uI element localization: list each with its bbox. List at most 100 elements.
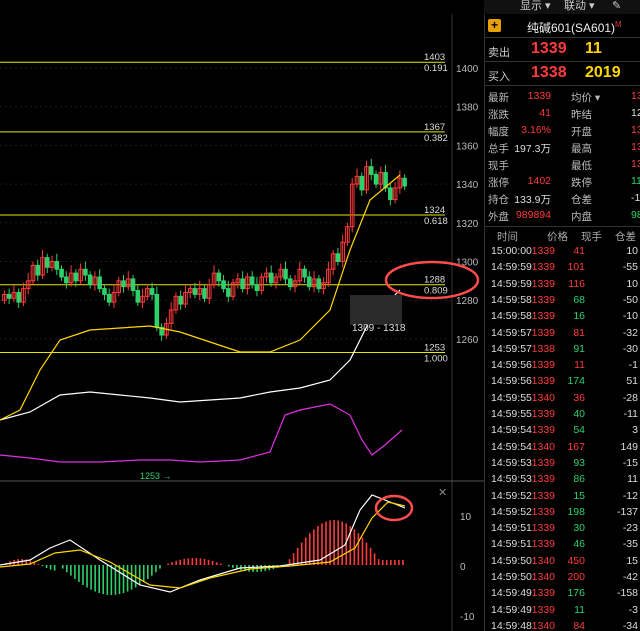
stat-label: 内盘 xyxy=(571,211,592,223)
tick-oi-change: 149 xyxy=(620,440,638,453)
quote-panel: + 纯碱601(SA601)M 卖出 1339 11 买入 1338 2019 … xyxy=(484,14,640,631)
tick-row[interactable]: 14:59:58 1339 16 -10 xyxy=(485,308,640,324)
candle-body xyxy=(216,272,222,282)
candle-body xyxy=(59,268,64,278)
boll-mid-line xyxy=(0,289,401,421)
tick-volume: 68 xyxy=(573,293,585,306)
candle-body xyxy=(402,177,407,187)
display-menu[interactable]: 显示 ▾ xyxy=(520,0,551,12)
tick-row[interactable]: 14:59:57 1339 81 -32 xyxy=(485,325,640,341)
stat-label: 涨停 xyxy=(488,177,509,189)
tick-time: 14:59:59 xyxy=(491,277,532,290)
macd-tick-label: -10 xyxy=(460,612,475,623)
tick-row[interactable]: 14:59:54 1340 167 149 xyxy=(485,439,640,455)
candle-body xyxy=(373,173,379,185)
tick-row[interactable]: 14:59:51 1339 30 -23 xyxy=(485,520,640,536)
kline-chart[interactable]: 14030.191 13670.382 13240.618 12880.809 1253… xyxy=(0,0,484,631)
stat-row: 持仓 133.9万 仓差 -1016 xyxy=(485,190,640,206)
tick-row[interactable]: 14:59:49 1339 11 -3 xyxy=(485,602,640,618)
stat-value: 13 xyxy=(631,158,640,170)
tick-row[interactable]: 14:59:59 1339 101 -55 xyxy=(485,259,640,275)
tick-price: 1339 xyxy=(531,245,555,257)
tick-price: 1339 xyxy=(531,424,555,437)
candle-body xyxy=(35,264,41,276)
stat-label: 最新 xyxy=(488,92,509,104)
tick-time-header: 时间 xyxy=(497,231,518,243)
fib-ratio-label: 0.618 xyxy=(424,216,448,227)
tick-oi-change: -50 xyxy=(622,293,638,306)
tick-row[interactable]: 14:59:54 1339 54 3 xyxy=(485,422,640,438)
tick-volume: 101 xyxy=(567,261,585,274)
tick-oi-change: -32 xyxy=(622,326,638,339)
price-gap-box: 1309 - 1318 xyxy=(350,295,406,334)
macd-tick-label: 0 xyxy=(460,562,466,573)
stat-row: 现手 最低 13 xyxy=(485,156,640,172)
stat-value: 9834 xyxy=(631,209,640,221)
tick-time: 15:00:00 xyxy=(491,245,532,257)
candle-body xyxy=(106,293,112,303)
tick-row[interactable]: 15:00:00 1339 41 10 xyxy=(485,243,640,259)
tick-price-header: 价格 xyxy=(547,231,568,243)
tick-volume: 200 xyxy=(567,571,585,583)
stat-label: 涨跌 xyxy=(488,109,509,121)
tick-time: 14:59:52 xyxy=(491,489,532,502)
tick-price: 1340 xyxy=(531,391,555,404)
tick-row[interactable]: 14:59:55 1340 36 -28 xyxy=(485,390,640,406)
candle-body xyxy=(83,268,88,276)
price-axis: 1400 1380 1360 1340 1320 1300 1280 1260 xyxy=(456,64,479,346)
candle-body xyxy=(6,293,12,299)
tick-row[interactable]: 14:59:50 1340 200 -42 xyxy=(485,569,640,585)
tick-volume: 15 xyxy=(573,489,585,502)
tick-volume: 41 xyxy=(573,245,585,257)
tick-row[interactable]: 14:59:55 1339 40 -11 xyxy=(485,406,640,422)
stat-label: 外盘 xyxy=(488,211,509,223)
fib-price-label: 1288 xyxy=(424,275,445,286)
stat-value: 13 xyxy=(631,90,640,102)
tick-row[interactable]: 14:59:51 1339 46 -35 xyxy=(485,536,640,552)
ask-row[interactable]: 卖出 1339 11 xyxy=(485,38,640,62)
tick-oi-change: -11 xyxy=(623,408,638,420)
tick-time: 14:59:51 xyxy=(491,522,532,535)
close-pane-icon[interactable]: ✕ xyxy=(438,487,447,499)
tick-volume: 16 xyxy=(573,310,585,323)
tick-oi-change: 11 xyxy=(627,473,638,486)
tick-row[interactable]: 14:59:53 1339 86 11 xyxy=(485,471,640,487)
tick-oi-change: -137 xyxy=(616,505,638,518)
tick-row[interactable]: 14:59:49 1339 176 -158 xyxy=(485,585,640,601)
bid-row[interactable]: 买入 1338 2019 xyxy=(485,62,640,86)
low-price-label: 1253 → xyxy=(140,471,172,481)
tick-oi-change: 15 xyxy=(626,554,638,567)
tick-row[interactable]: 14:59:52 1339 15 -12 xyxy=(485,488,640,504)
candlestick-series xyxy=(2,158,407,341)
tick-volume: 91 xyxy=(573,342,585,355)
tick-row[interactable]: 14:59:58 1339 68 -50 xyxy=(485,292,640,308)
candle-body xyxy=(335,253,341,262)
tick-oi-change: -158 xyxy=(616,587,638,600)
tick-row[interactable]: 14:59:56 1339 174 51 xyxy=(485,373,640,389)
candle-body xyxy=(44,257,50,268)
candle-body xyxy=(221,280,226,290)
stat-label: 总手 xyxy=(488,143,509,155)
ask-price: 1339 xyxy=(531,40,567,57)
add-icon[interactable]: + xyxy=(488,19,501,32)
tick-price: 1339 xyxy=(531,375,555,388)
tick-time: 14:59:53 xyxy=(491,473,532,486)
stat-row: 外盘 989894 内盘 9834 xyxy=(485,207,640,223)
tick-row[interactable]: 14:59:50 1340 450 15 xyxy=(485,553,640,569)
tick-oi-change: 3 xyxy=(632,424,638,437)
tick-row[interactable]: 14:59:59 1339 116 10 xyxy=(485,276,640,292)
tick-time: 14:59:50 xyxy=(491,554,532,567)
tick-row[interactable]: 14:59:56 1339 11 -1 xyxy=(485,357,640,373)
pencil-icon[interactable]: ✎ xyxy=(612,0,621,12)
candle-body xyxy=(178,295,183,305)
tick-row[interactable]: 14:59:48 1340 84 -34 xyxy=(485,618,640,631)
tick-row[interactable]: 14:59:52 1339 198 -137 xyxy=(485,504,640,520)
tick-row[interactable]: 14:59:57 1338 91 -30 xyxy=(485,341,640,357)
link-menu[interactable]: 联动 ▾ xyxy=(564,0,595,12)
price-tick-label: 1300 xyxy=(456,258,479,269)
tick-volume: 450 xyxy=(567,554,585,567)
stat-label: 跌停 xyxy=(571,177,592,189)
macd-tick-label: 10 xyxy=(460,512,472,523)
tick-row[interactable]: 14:59:53 1339 93 -15 xyxy=(485,455,640,471)
kline-chart-area[interactable]: 1403 0.191 1367 0.382 1324 0.618 1288 0.809 1253… xyxy=(0,0,484,631)
